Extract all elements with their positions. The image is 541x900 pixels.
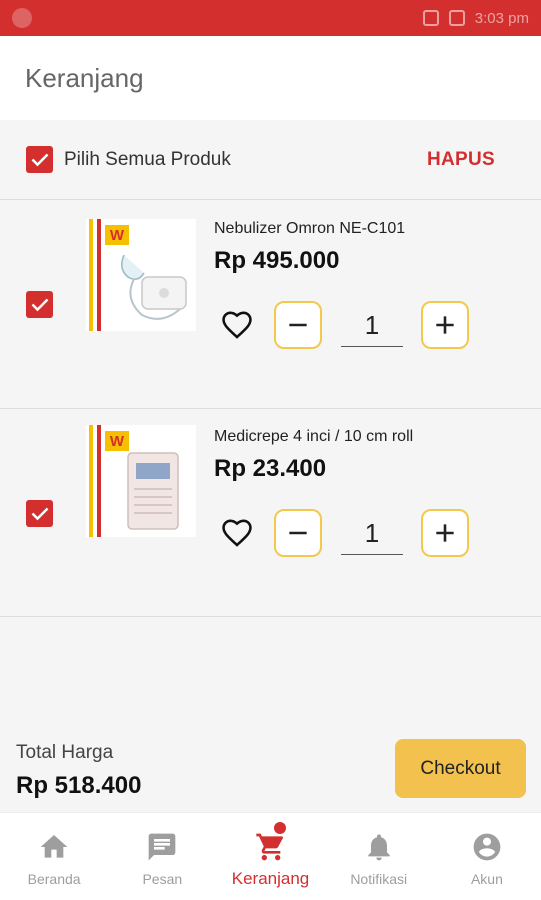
bell-icon: [368, 834, 390, 861]
select-all-row: Pilih Semua Produk HAPUS: [0, 120, 541, 200]
quantity-field[interactable]: 1: [341, 303, 403, 347]
nav-item-beranda[interactable]: Beranda: [0, 813, 108, 900]
nav-label: Notifikasi: [350, 871, 408, 887]
nav-item-akun[interactable]: Akun: [433, 813, 541, 900]
delete-button[interactable]: HAPUS: [427, 149, 495, 171]
quantity-field[interactable]: 1: [341, 511, 403, 555]
decrease-quantity-button[interactable]: [274, 301, 322, 349]
page-title: Keranjang: [25, 62, 144, 93]
nav-label: Beranda: [27, 871, 81, 887]
cart-icon: [255, 833, 283, 861]
order-summary: Total Harga Rp 518.400 Checkout: [0, 722, 541, 812]
increase-quantity-button[interactable]: [421, 509, 469, 557]
status-time: 3:03 pm: [474, 9, 529, 27]
store-logo-icon: W: [105, 431, 129, 451]
cart-item-checkbox[interactable]: [26, 500, 53, 527]
nav-label: Akun: [470, 871, 503, 887]
app-header: Keranjang: [0, 36, 541, 120]
cart-item-name[interactable]: Medicrepe 4 inci / 10 cm roll: [214, 428, 413, 446]
home-icon: [40, 835, 68, 858]
check-icon: [31, 507, 48, 520]
nav-item-pesan[interactable]: Pesan: [108, 813, 216, 900]
checkout-button[interactable]: Checkout: [395, 739, 526, 798]
wifi-icon: [422, 10, 439, 26]
status-indicators: 3:03 pm: [422, 9, 529, 27]
cart-item-price: Rp 495.000: [214, 247, 340, 274]
status-bar: 3:03 pm: [0, 0, 541, 36]
cart-item: W Nebulizer Omron NE-C101 Rp 495.000 1: [0, 201, 541, 409]
minus-icon: [289, 531, 307, 535]
nav-label: Keranjang: [231, 869, 310, 888]
app-notification-icon: [12, 8, 32, 28]
cart-item-price: Rp 23.400: [214, 455, 327, 482]
store-logo-icon: W: [105, 225, 129, 245]
nav-item-notifikasi[interactable]: Notifikasi: [325, 813, 433, 900]
minus-icon: [289, 323, 307, 327]
heart-icon[interactable]: [220, 308, 254, 342]
total-label: Total Harga: [16, 742, 114, 763]
plus-icon: [436, 524, 454, 542]
cart-item-checkbox[interactable]: [26, 291, 53, 318]
cart-item: W Medicrepe 4 inci / 10 cm roll Rp 23.40…: [0, 409, 541, 617]
increase-quantity-button[interactable]: [421, 301, 469, 349]
cart-item-name[interactable]: Nebulizer Omron NE-C101: [214, 220, 405, 238]
product-image[interactable]: W: [86, 219, 196, 331]
heart-icon[interactable]: [220, 516, 254, 550]
check-icon: [31, 153, 48, 166]
check-icon: [31, 298, 48, 311]
bandage-roll-image: [127, 452, 179, 530]
product-image[interactable]: W: [86, 425, 196, 537]
select-all-checkbox[interactable]: [26, 146, 53, 173]
decrease-quantity-button[interactable]: [274, 509, 322, 557]
nav-item-keranjang[interactable]: Keranjang: [216, 813, 324, 900]
select-all-label: Pilih Semua Produk: [64, 148, 231, 170]
message-icon: [148, 833, 176, 861]
account-icon: [473, 833, 501, 861]
nav-label: Pesan: [142, 871, 183, 887]
total-value: Rp 518.400: [16, 772, 142, 799]
battery-icon: [448, 10, 465, 26]
nebulizer-image: [121, 254, 187, 320]
bottom-nav: Beranda Pesan Keranjang Notifikasi Akun: [0, 812, 541, 900]
plus-icon: [436, 316, 454, 334]
